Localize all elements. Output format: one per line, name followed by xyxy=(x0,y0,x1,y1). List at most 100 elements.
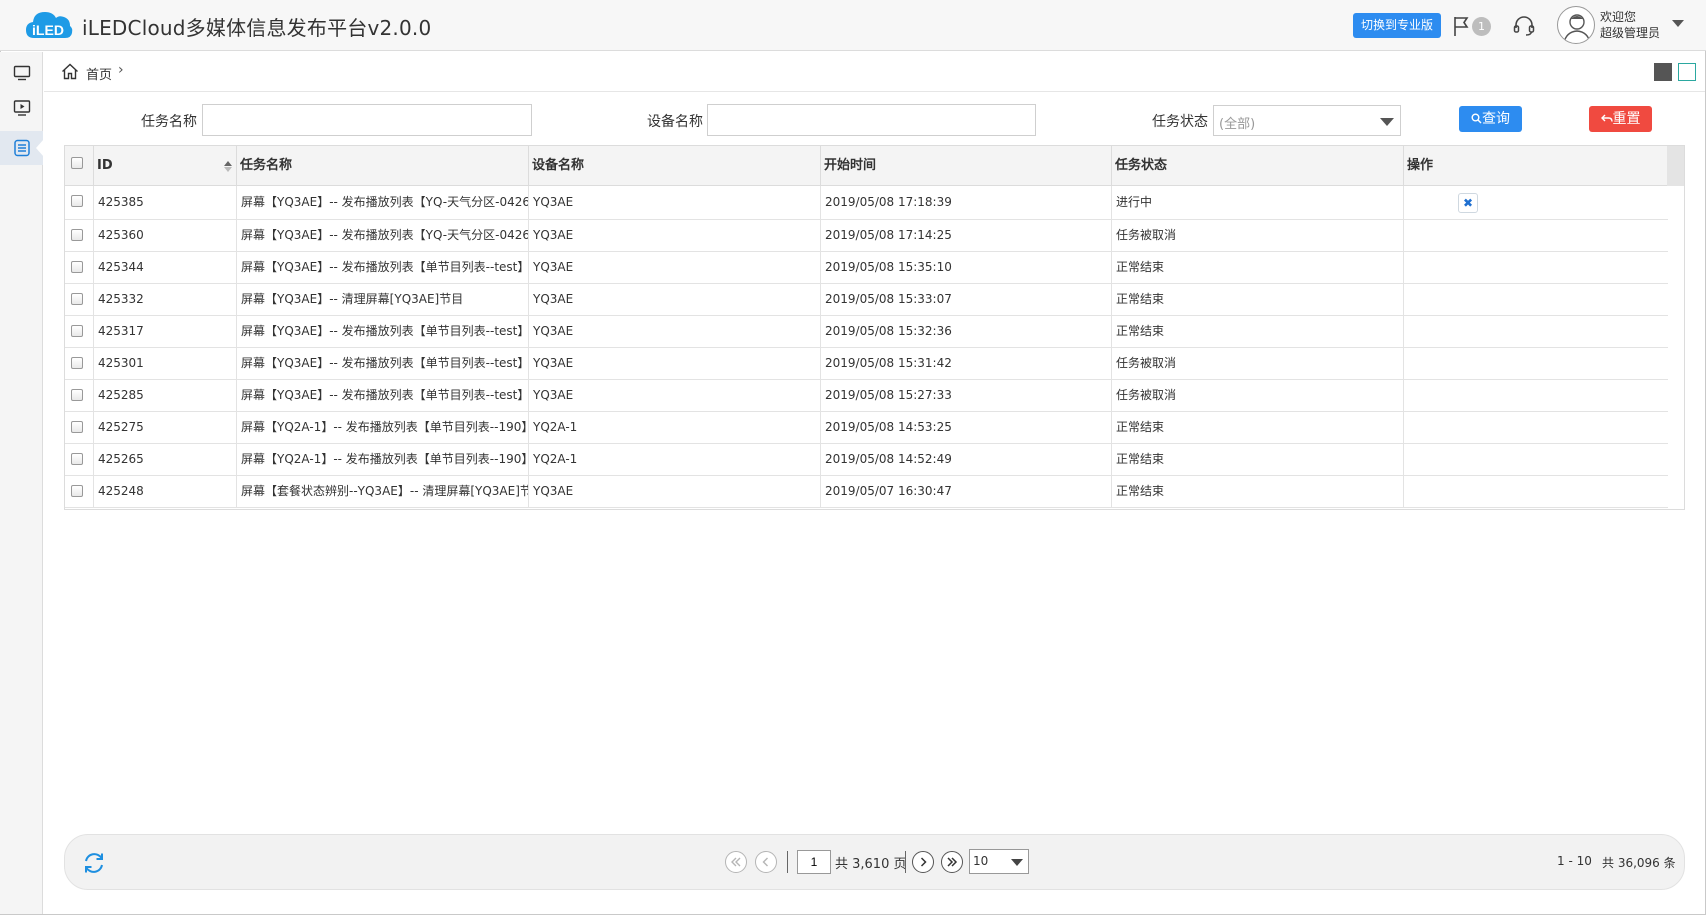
row-checkbox[interactable] xyxy=(71,389,83,401)
flag-icon[interactable] xyxy=(1451,15,1471,37)
chevron-left-icon xyxy=(762,857,768,867)
row-checkbox[interactable] xyxy=(71,261,83,273)
table-body: 425385 屏幕【YQ3AE】-- 发布播放列表【YQ-天气分区-0426】 YQ… xyxy=(65,186,1668,508)
headset-icon[interactable] xyxy=(1512,14,1536,38)
cell-id: 425265 xyxy=(94,444,237,475)
prev-page-button[interactable] xyxy=(755,851,777,873)
device-name-input[interactable] xyxy=(707,104,1036,136)
next-page-button[interactable] xyxy=(912,851,934,873)
cell-task-name: 屏幕【YQ3AE】-- 发布播放列表【单节目列表--test】 xyxy=(237,380,529,411)
table-row[interactable]: 425332 屏幕【YQ3AE】-- 清理屏幕[YQ3AE]节目 YQ3AE 2019… xyxy=(65,284,1668,316)
user-avatar[interactable] xyxy=(1557,6,1595,44)
task-name-input[interactable] xyxy=(202,104,532,136)
column-start-time[interactable]: 开始时间 xyxy=(821,146,1112,186)
column-id[interactable]: ID xyxy=(94,146,237,186)
cell-id: 425301 xyxy=(94,348,237,379)
row-checkbox[interactable] xyxy=(71,421,83,433)
cell-task-name: 屏幕【YQ3AE】-- 发布播放列表【单节目列表--test】 xyxy=(237,348,529,379)
cell-device-name: YQ3AE xyxy=(529,348,821,379)
cell-id: 425317 xyxy=(94,316,237,347)
user-welcome[interactable]: 欢迎您 超级管理员 xyxy=(1600,9,1660,41)
row-checkbox[interactable] xyxy=(71,453,83,465)
sidebar-item-screens[interactable] xyxy=(0,56,43,90)
cell-actions xyxy=(1404,476,1668,507)
cell-select xyxy=(65,444,94,475)
notification-badge[interactable]: 1 xyxy=(1472,17,1491,36)
cell-task-status: 正常结束 xyxy=(1112,252,1404,283)
cell-device-name: YQ3AE xyxy=(529,220,821,251)
cell-task-name: 屏幕【套餐状态辨别--YQ3AE】-- 清理屏幕[YQ3AE]节目 xyxy=(237,476,529,507)
sidebar-item-tasks[interactable] xyxy=(0,131,44,165)
cell-actions xyxy=(1404,316,1668,347)
last-page-button[interactable] xyxy=(941,851,963,873)
query-button[interactable]: 查询 xyxy=(1459,106,1522,132)
column-actions: 操作 xyxy=(1407,158,1434,173)
cell-actions xyxy=(1404,380,1668,411)
row-checkbox[interactable] xyxy=(71,195,83,207)
cell-task-status: 进行中 xyxy=(1112,186,1404,219)
cell-device-name: YQ2A-1 xyxy=(529,444,821,475)
cell-task-name: 屏幕【YQ3AE】-- 发布播放列表【单节目列表--test】 xyxy=(237,252,529,283)
table-header: ID 任务名称 设备名称 开始时间 任务状态 操作 xyxy=(65,146,1668,186)
cell-start-time: 2019/05/08 17:14:25 xyxy=(821,220,1112,251)
cell-actions xyxy=(1404,220,1668,251)
undo-icon xyxy=(1600,114,1613,122)
row-checkbox[interactable] xyxy=(71,293,83,305)
table-row[interactable]: 425275 屏幕【YQ2A-1】-- 发布播放列表【单节目列表--190】 YQ2… xyxy=(65,412,1668,444)
row-checkbox[interactable] xyxy=(71,229,83,241)
refresh-icon[interactable] xyxy=(81,850,107,876)
cell-task-status: 正常结束 xyxy=(1112,444,1404,475)
double-chevron-right-icon xyxy=(947,857,958,867)
row-checkbox[interactable] xyxy=(71,325,83,337)
cell-actions xyxy=(1404,444,1668,475)
theme-dark-toggle[interactable] xyxy=(1654,63,1672,81)
monitor-icon xyxy=(13,65,31,81)
pagination-bar: 共 3,610 页 10 1 - 10 共 36,096 条 xyxy=(64,834,1685,890)
cell-task-name: 屏幕【YQ2A-1】-- 发布播放列表【单节目列表--190】 xyxy=(237,412,529,443)
theme-light-toggle[interactable] xyxy=(1678,63,1696,81)
cell-start-time: 2019/05/08 14:53:25 xyxy=(821,412,1112,443)
page-number-input[interactable] xyxy=(797,850,831,874)
column-device-name[interactable]: 设备名称 xyxy=(529,146,821,186)
row-checkbox[interactable] xyxy=(71,485,83,497)
record-total: 共 36,096 条 xyxy=(1602,856,1676,870)
breadcrumb-home[interactable]: 首页 xyxy=(86,64,112,83)
table-row[interactable]: 425248 屏幕【套餐状态辨别--YQ3AE】-- 清理屏幕[YQ3AE]节目 Y… xyxy=(65,476,1668,508)
home-icon[interactable] xyxy=(61,63,79,80)
cell-device-name: YQ3AE xyxy=(529,476,821,507)
double-chevron-left-icon xyxy=(731,857,741,867)
cell-device-name: YQ2A-1 xyxy=(529,412,821,443)
select-all-checkbox[interactable] xyxy=(71,157,83,169)
table-row[interactable]: 425360 屏幕【YQ3AE】-- 发布播放列表【YQ-天气分区-0426】 YQ… xyxy=(65,220,1668,252)
left-sidebar xyxy=(0,52,44,914)
task-list-icon xyxy=(14,139,30,157)
header-scroll-spacer xyxy=(1667,146,1684,186)
page-size-select[interactable]: 10 xyxy=(969,849,1029,874)
cell-start-time: 2019/05/08 15:35:10 xyxy=(821,252,1112,283)
column-task-status[interactable]: 任务状态 xyxy=(1112,146,1404,186)
reset-button[interactable]: 重置 xyxy=(1589,106,1652,132)
cell-task-status: 任务被取消 xyxy=(1112,380,1404,411)
device-name-label: 设备名称 xyxy=(647,114,703,130)
cell-start-time: 2019/05/08 17:18:39 xyxy=(821,186,1112,219)
row-checkbox[interactable] xyxy=(71,357,83,369)
search-icon xyxy=(1471,113,1482,124)
sidebar-item-programs[interactable] xyxy=(0,91,43,125)
user-menu-caret-icon[interactable] xyxy=(1672,20,1684,27)
cell-select xyxy=(65,316,94,347)
column-task-name[interactable]: 任务名称 xyxy=(237,146,529,186)
table-row[interactable]: 425265 屏幕【YQ2A-1】-- 发布播放列表【单节目列表--190】 YQ2… xyxy=(65,444,1668,476)
table-row[interactable]: 425385 屏幕【YQ3AE】-- 发布播放列表【YQ-天气分区-0426】 YQ… xyxy=(65,186,1668,220)
cancel-task-button[interactable]: ✖ xyxy=(1458,193,1478,213)
table-row[interactable]: 425317 屏幕【YQ3AE】-- 发布播放列表【单节目列表--test】 YQ3… xyxy=(65,316,1668,348)
logo-text: iLED xyxy=(32,22,64,38)
table-row[interactable]: 425344 屏幕【YQ3AE】-- 发布播放列表【单节目列表--test】 YQ3… xyxy=(65,252,1668,284)
cell-device-name: YQ3AE xyxy=(529,284,821,315)
table-row[interactable]: 425301 屏幕【YQ3AE】-- 发布播放列表【单节目列表--test】 YQ3… xyxy=(65,348,1668,380)
cell-task-status: 任务被取消 xyxy=(1112,348,1404,379)
table-row[interactable]: 425285 屏幕【YQ3AE】-- 发布播放列表【单节目列表--test】 YQ3… xyxy=(65,380,1668,412)
task-status-select[interactable]: (全部) xyxy=(1213,105,1401,136)
cell-task-status: 正常结束 xyxy=(1112,284,1404,315)
first-page-button[interactable] xyxy=(725,851,747,873)
switch-pro-button[interactable]: 切换到专业版 xyxy=(1353,13,1441,38)
